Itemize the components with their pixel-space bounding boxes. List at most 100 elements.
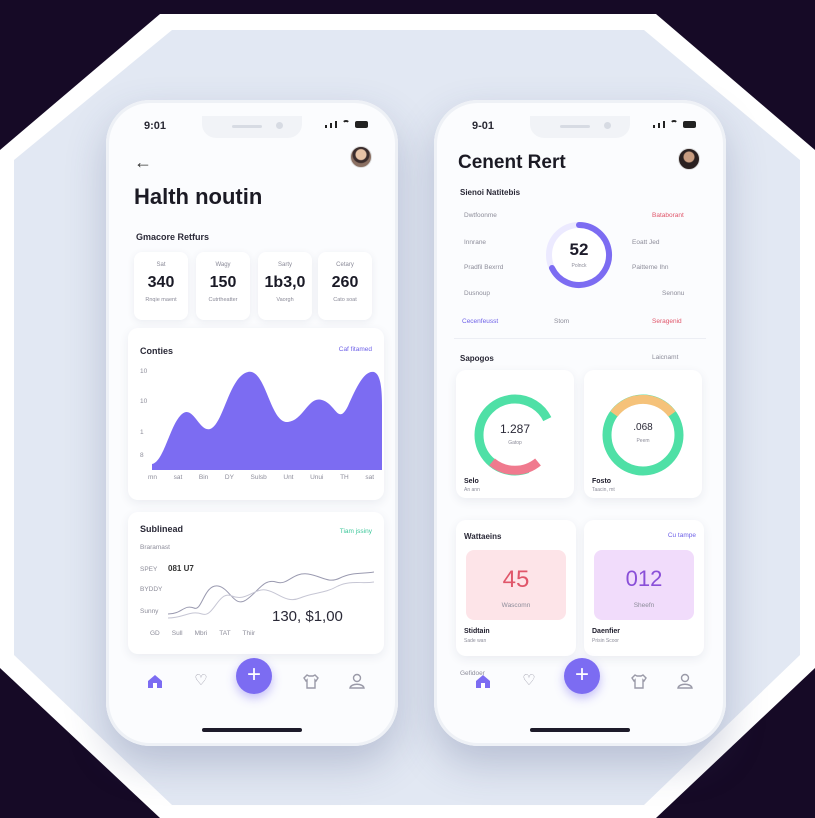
tile-caption: Daenfier	[592, 628, 621, 635]
stat-value: 340	[147, 274, 175, 291]
donut-sub: Gatop	[508, 440, 522, 446]
section-link[interactable]: Cu tampe	[668, 532, 696, 539]
footer-right[interactable]: Seragenid	[652, 318, 682, 325]
status-bar: 9-01	[434, 116, 726, 138]
x-ticks: mn sat Bin DY Sulsb Unt Unui TH sat	[148, 474, 374, 481]
x-tick: Unt	[283, 474, 294, 481]
y-tick: Sunny	[140, 608, 159, 615]
tile-card[interactable]: Wattaeins 45 Wascomn Stidtain Sade wan	[456, 520, 576, 656]
calories-card[interactable]: Conties Caf fitamed 10 10 1 8 mn sat Bin…	[128, 328, 384, 500]
stat-card[interactable]: Sat 340 Rnqie maent	[134, 252, 188, 320]
stat-label: Sarty	[277, 262, 292, 268]
status-icons	[325, 120, 368, 128]
sublined-card[interactable]: Sublinead Tiam jssiny Braramast SPEY 081…	[128, 512, 384, 654]
plus-icon[interactable]: +	[564, 658, 600, 694]
sublined-line-a	[168, 571, 374, 615]
calories-area	[152, 371, 382, 470]
sublined-line-chart	[168, 571, 374, 619]
stat-card[interactable]: Sarty 1b3,0 Vaorgh	[258, 252, 312, 320]
stat-value: 1b3,0	[264, 274, 306, 291]
shirt-icon[interactable]	[302, 672, 320, 690]
donut-card[interactable]: 1.287 Gatop Selo An ann	[456, 370, 574, 498]
row-value: Eoatt Jed	[632, 239, 660, 246]
wifi-icon	[670, 120, 678, 128]
phone-left: 9:01 ← Halth noutin Gmacore Retfurs Sat …	[106, 100, 398, 746]
section-link[interactable]: Laicnamt	[652, 354, 678, 361]
section-label: Sienoi Natitebis	[460, 188, 521, 197]
notch	[202, 116, 302, 138]
donut-caption-sub: Taacin, mt	[592, 487, 615, 493]
donut-value: 1.287	[499, 422, 531, 436]
home-indicator	[202, 728, 302, 732]
y-tick: 8	[140, 452, 144, 459]
calories-link[interactable]: Caf fitamed	[339, 346, 372, 353]
home-icon[interactable]	[146, 672, 164, 690]
tile-card[interactable]: Cu tampe 012 Sheefn Daenfier Prisin Scoo…	[584, 520, 704, 656]
ring-value: 52	[569, 240, 589, 259]
x-ticks: GD Sull Mbri TAT Thiir	[150, 630, 255, 637]
x-tick: sat	[365, 474, 374, 481]
stat-sub: Rnqie maent	[145, 297, 177, 303]
user-icon[interactable]	[348, 672, 366, 690]
donut-chart	[602, 394, 684, 476]
shirt-icon[interactable]	[630, 672, 648, 690]
x-tick: DY	[224, 474, 234, 481]
y-tick: 10	[140, 368, 148, 375]
x-tick: sat	[173, 474, 183, 481]
sublined-line-b	[168, 581, 374, 619]
x-tick: TAT	[219, 630, 231, 637]
stat-card[interactable]: Wagy 150 Cutrtheatter	[196, 252, 250, 320]
y-tick: 10	[140, 398, 148, 405]
section-label: Wattaeins	[464, 532, 502, 541]
x-tick: Sull	[171, 630, 183, 637]
tile-value: 012	[625, 566, 663, 591]
calories-title: Conties	[140, 346, 174, 356]
donut-card[interactable]: .068 Peem Fosto Taacin, mt	[584, 370, 702, 498]
stat-sub: Vaorgh	[276, 297, 294, 303]
heart-icon[interactable]: ♡	[192, 672, 210, 690]
row-value: Paitteme Ihn	[632, 264, 669, 271]
status-time: 9:01	[144, 120, 167, 132]
donut-value: .068	[633, 422, 653, 433]
home-icon[interactable]	[474, 672, 492, 690]
stat-sub: Cutrtheatter	[208, 297, 238, 303]
back-arrow-icon[interactable]: ←	[134, 152, 152, 173]
x-tick: Thiir	[242, 630, 256, 637]
page-title: Cenent Rert	[458, 152, 566, 173]
donut-caption: Selo	[464, 478, 479, 485]
row-label: Dwtfoonme	[464, 212, 497, 219]
donut-sub: Peem	[636, 438, 650, 444]
avatar[interactable]	[678, 148, 700, 170]
x-tick: GD	[150, 630, 160, 637]
x-tick: Mbri	[194, 630, 208, 637]
stat-card[interactable]: Cetary 260 Cato soat	[318, 252, 372, 320]
tab-bar: ♡ +	[106, 658, 398, 704]
sublined-link[interactable]: Tiam jssiny	[340, 528, 372, 535]
home-indicator	[530, 728, 630, 732]
tile-bg: 45 Wascomn	[466, 550, 566, 620]
plus-icon[interactable]: +	[236, 658, 272, 694]
y-tick: SPEY	[140, 566, 158, 573]
heart-icon[interactable]: ♡	[520, 672, 538, 690]
stats-section-label: Gmacore Retfurs	[136, 232, 210, 242]
footer-link[interactable]: Cecenfeusst	[462, 318, 498, 325]
user-icon[interactable]	[676, 672, 694, 690]
status-bar: 9:01	[106, 116, 398, 138]
avatar[interactable]	[350, 146, 372, 168]
row-value: Bataborant	[652, 212, 684, 219]
sublined-big-value: 130, $1,00	[272, 608, 343, 625]
battery-icon	[355, 121, 368, 128]
stat-sub: Cato soat	[333, 297, 357, 303]
status-icons	[653, 120, 696, 128]
y-tick: 1	[140, 429, 144, 436]
x-tick: Sulsb	[250, 474, 267, 481]
tile-sub: Wascomn	[501, 602, 531, 609]
x-tick: Unui	[310, 474, 324, 481]
notch	[530, 116, 630, 138]
stat-label: Wagy	[215, 262, 231, 268]
section-label: Sapogos	[460, 354, 494, 363]
tile-bg: 012 Sheefn	[594, 550, 694, 620]
tile-caption-sub: Sade wan	[464, 638, 487, 644]
status-time: 9-01	[472, 120, 495, 132]
donut-caption: Fosto	[592, 478, 612, 485]
